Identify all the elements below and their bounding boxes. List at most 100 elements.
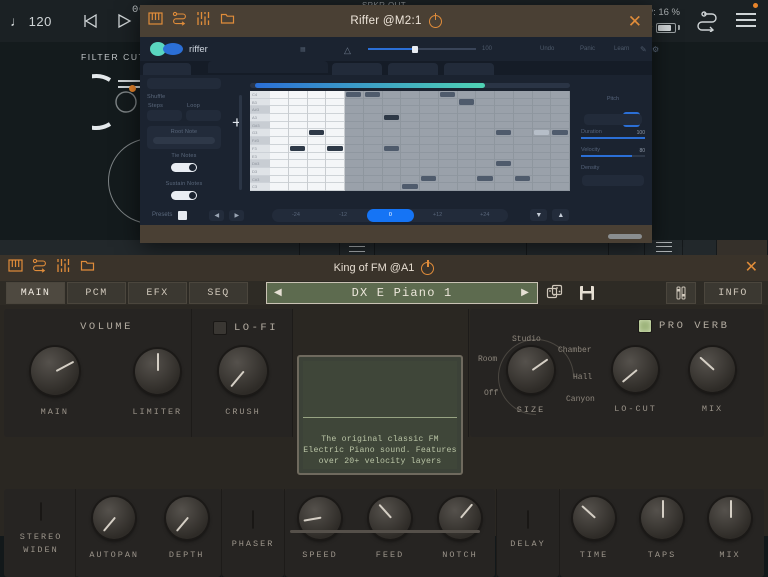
piano-roll-column[interactable]	[326, 91, 345, 191]
delay-checkbox[interactable]	[527, 510, 529, 529]
piano-roll-cell[interactable]	[513, 114, 532, 122]
piano-roll-cell[interactable]	[401, 168, 419, 176]
transpose-option[interactable]: +24	[461, 212, 508, 218]
gear-icon[interactable]: ⚙	[652, 45, 659, 54]
piano-roll-cell[interactable]	[382, 137, 401, 145]
piano-roll-cell[interactable]	[513, 183, 532, 191]
piano-roll-cell[interactable]	[288, 114, 307, 122]
piano-roll-cell[interactable]	[495, 160, 513, 168]
piano-roll-cell[interactable]	[270, 176, 288, 184]
piano-roll-cell[interactable]	[513, 91, 532, 99]
piano-roll-cell[interactable]	[288, 183, 307, 191]
note-block[interactable]	[552, 130, 568, 136]
lofi-checkbox[interactable]	[213, 321, 227, 335]
piano-roll-cell[interactable]	[270, 99, 288, 107]
piano-roll-cell[interactable]	[532, 91, 551, 99]
piano-roll-cell[interactable]	[326, 183, 344, 191]
piano-roll-cell[interactable]	[495, 168, 513, 176]
piano-roll-column[interactable]	[270, 91, 289, 191]
piano-roll-cell[interactable]	[532, 168, 551, 176]
note-block[interactable]	[402, 184, 418, 190]
piano-roll-cell[interactable]	[326, 153, 344, 161]
piano-roll-cell[interactable]	[495, 145, 513, 153]
piano-roll-column[interactable]	[288, 91, 308, 191]
transpose-option[interactable]: -24	[272, 212, 319, 218]
piano-roll-cell[interactable]	[382, 114, 401, 122]
mix-slider[interactable]	[368, 45, 476, 53]
knob-autopan[interactable]	[93, 497, 136, 539]
riffer-titlebar[interactable]: Riffer @M2:1 ✕	[140, 5, 652, 37]
piano-roll-cell[interactable]	[457, 91, 476, 99]
piano-roll-cell[interactable]	[420, 176, 438, 184]
knob-locut[interactable]	[613, 347, 658, 392]
piano-roll-cell[interactable]	[382, 145, 401, 153]
piano-roll-cell[interactable]	[345, 137, 363, 145]
piano-key[interactable]: F3	[250, 145, 270, 153]
piano-roll-cell[interactable]	[345, 168, 363, 176]
piano-roll-cell[interactable]	[307, 122, 326, 130]
piano-roll-cell[interactable]	[457, 168, 476, 176]
stereo-widen-checkbox[interactable]	[40, 502, 42, 521]
piano-roll-cell[interactable]	[457, 145, 476, 153]
note-block[interactable]	[496, 130, 512, 136]
piano-roll-cell[interactable]	[363, 153, 382, 161]
piano-roll-cell[interactable]	[363, 114, 382, 122]
piano-roll-cell[interactable]	[420, 137, 438, 145]
note-block[interactable]	[477, 176, 493, 182]
piano-roll-cell[interactable]	[401, 106, 419, 115]
piano-roll-cell[interactable]	[382, 91, 401, 99]
piano-roll-cell[interactable]	[307, 168, 326, 176]
piano-roll-cell[interactable]	[551, 114, 569, 122]
piano-key[interactable]: A3	[250, 114, 270, 122]
piano-roll-cell[interactable]	[288, 168, 307, 176]
piano-roll-cell[interactable]	[457, 183, 476, 191]
piano-roll-cell[interactable]	[345, 160, 363, 168]
piano-roll-cell[interactable]	[382, 153, 401, 161]
transpose-option[interactable]: -12	[320, 212, 367, 218]
piano-roll-grid[interactable]: C4 B3 A#3 A3 G#3 G3 F#3 F3 E3 D#3 D3 C#3…	[250, 91, 570, 191]
piano-roll-cell[interactable]	[457, 114, 476, 122]
knob-size[interactable]	[508, 347, 554, 393]
knob-mix-verb[interactable]	[690, 347, 735, 392]
dice-icon[interactable]	[540, 282, 570, 304]
piano-roll-column[interactable]	[457, 91, 477, 191]
piano-roll-column[interactable]	[438, 91, 458, 191]
note-block[interactable]	[533, 130, 549, 136]
note-block[interactable]	[383, 145, 399, 151]
piano-roll-cell[interactable]	[532, 122, 551, 130]
tab-extra[interactable]	[444, 63, 494, 75]
note-block[interactable]	[496, 160, 512, 167]
piano-roll-cell[interactable]	[476, 129, 494, 138]
piano-roll-cell[interactable]	[532, 176, 551, 184]
piano-roll-cell[interactable]	[345, 99, 363, 107]
piano-roll-cell[interactable]	[532, 129, 551, 138]
proverb-checkbox[interactable]	[638, 319, 652, 333]
tab-chord[interactable]	[143, 63, 191, 75]
transpose-selector[interactable]: -24 -12 0 +12 +24	[272, 208, 509, 222]
piano-roll-cell[interactable]	[307, 176, 326, 184]
piano-roll-column[interactable]	[551, 91, 570, 191]
piano-roll-cell[interactable]	[326, 99, 344, 107]
info-button[interactable]: INFO	[704, 282, 762, 304]
piano-roll-cell[interactable]	[513, 137, 532, 145]
transpose-option[interactable]: +12	[414, 212, 461, 218]
piano-roll-cell[interactable]	[495, 106, 513, 115]
piano-roll-cell[interactable]	[382, 176, 401, 184]
play-icon[interactable]	[114, 11, 134, 31]
piano-roll-cell[interactable]	[513, 160, 532, 168]
piano-roll-column[interactable]	[345, 91, 364, 191]
piano-roll-cell[interactable]	[363, 160, 382, 168]
piano-roll-column[interactable]	[420, 91, 439, 191]
note-block[interactable]	[308, 130, 324, 136]
piano-roll-cell[interactable]	[551, 137, 569, 145]
piano-roll-cell[interactable]	[457, 122, 476, 130]
piano-roll-cell[interactable]	[420, 106, 438, 115]
lcd-display[interactable]: The original classic FM Electric Piano so…	[297, 355, 463, 475]
piano-roll-cell[interactable]	[532, 145, 551, 153]
piano-roll-cell[interactable]	[401, 114, 419, 122]
synth-titlebar[interactable]: King of FM @A1 ✕	[0, 255, 768, 281]
knob-limiter[interactable]	[134, 349, 180, 394]
chevron-down-icon[interactable]: ▼	[530, 209, 548, 221]
piano-roll-cell[interactable]	[532, 106, 551, 115]
piano-roll-column[interactable]	[476, 91, 495, 191]
